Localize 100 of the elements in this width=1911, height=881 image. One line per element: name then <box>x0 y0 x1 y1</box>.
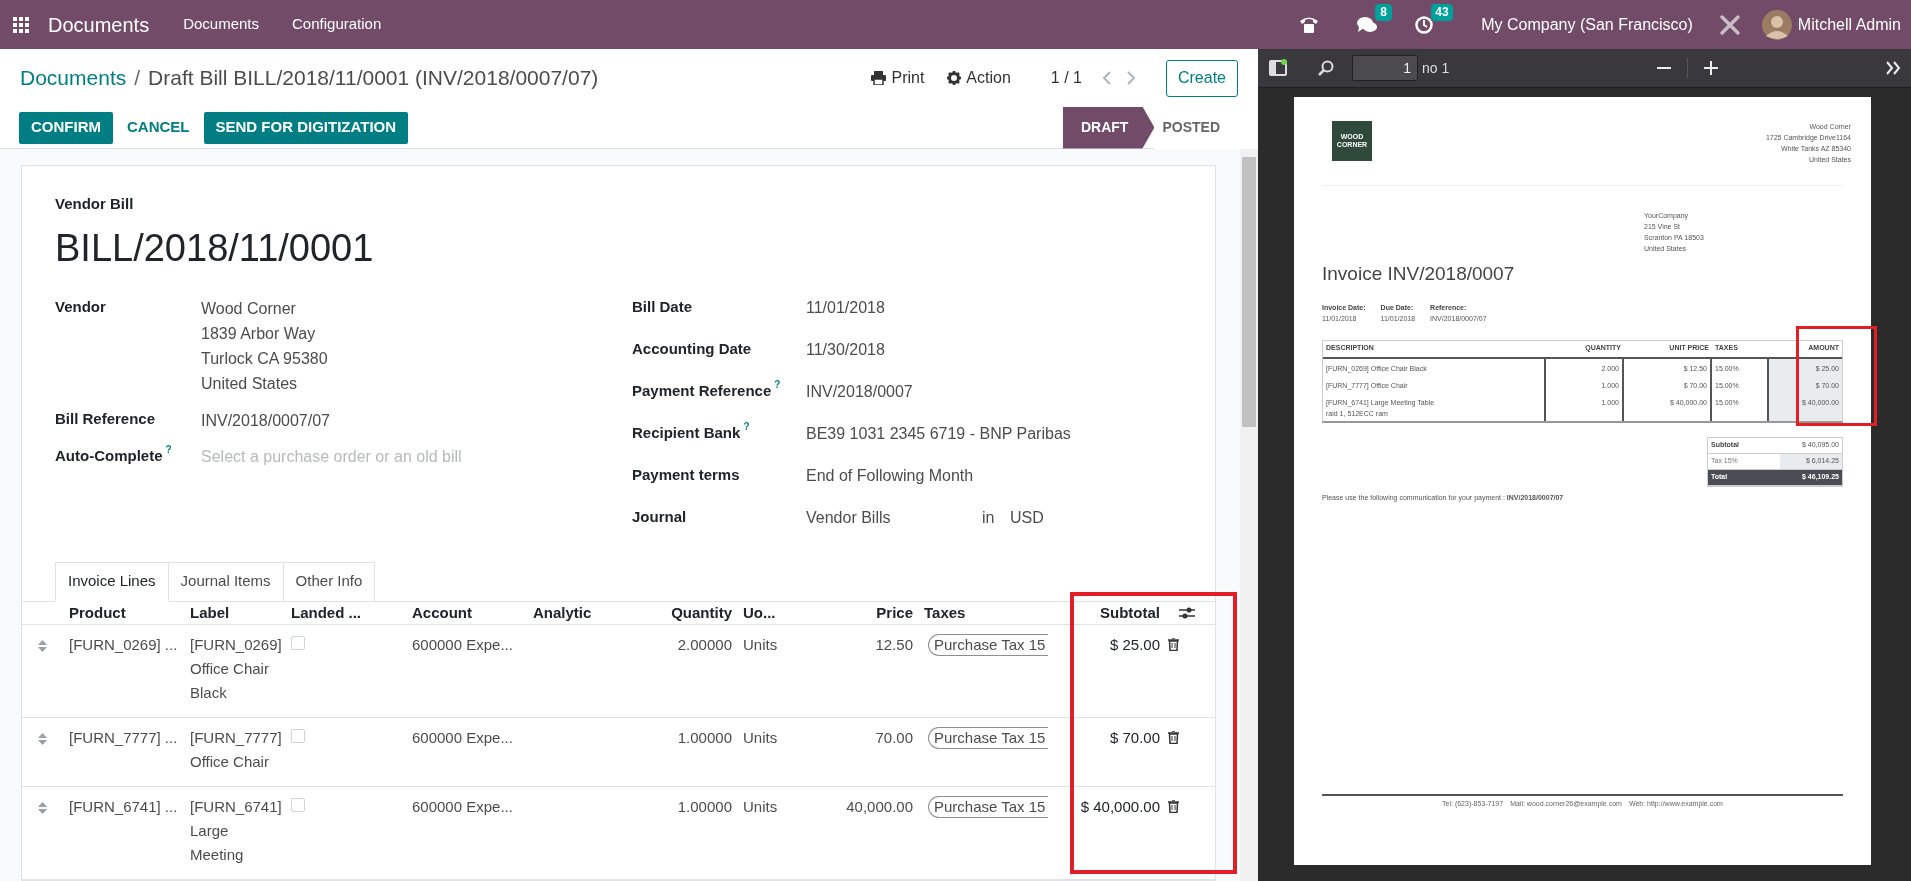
trash-icon[interactable] <box>1168 731 1179 744</box>
field-value: United States <box>201 373 299 394</box>
action-button[interactable]: CONFIRM <box>19 111 113 144</box>
column-header[interactable]: Landed ... <box>288 601 409 624</box>
table-cell-text: 600000 Expe... <box>411 797 514 817</box>
form-type-label: Vendor Bill <box>55 194 135 214</box>
field-label: Journal <box>632 506 687 527</box>
table-cell-text: [FURN_7777] ... <box>68 728 179 748</box>
field-connector: in <box>982 507 996 528</box>
field-value: 11/30/2018 <box>806 339 886 360</box>
table-cell-text: [FURN_6741] ... <box>68 797 179 817</box>
breadcrumb-separator: / <box>134 65 141 92</box>
help-tooltip-mark[interactable]: ? <box>165 444 172 455</box>
form-tab[interactable]: Invoice Lines <box>55 561 169 602</box>
table-cell-text: [FURN_0269] ... <box>68 635 179 655</box>
table-cell-text: [FURN_0269] Office Chair Black <box>189 635 283 703</box>
trash-icon[interactable] <box>1168 800 1179 813</box>
table-cell-text: $ 25.00 <box>1108 635 1161 655</box>
field-label: Vendor <box>55 296 106 317</box>
column-header[interactable]: Product <box>66 601 187 624</box>
checkbox[interactable] <box>291 729 305 743</box>
printer-icon <box>871 71 887 85</box>
table-cell-text: Units <box>742 728 779 748</box>
table-cell-text: $ 70.00 <box>1108 728 1161 748</box>
table-cell-text: 1.00000 <box>676 728 733 748</box>
field-label: Accounting Date <box>632 338 752 359</box>
pager-value: 1 / 1 <box>1050 68 1082 88</box>
checkbox[interactable] <box>291 798 305 812</box>
autocomplete-field[interactable]: Select a purchase order or an old bill <box>201 444 531 469</box>
table-cell-text: 2.00000 <box>676 635 733 655</box>
double-chevron-icon[interactable] <box>1886 61 1901 75</box>
menu-item[interactable]: Documents <box>183 13 260 36</box>
column-header[interactable]: Subtotal <box>1048 601 1168 624</box>
field-value: Turlock CA 95380 <box>201 348 328 369</box>
drag-handle-icon[interactable] <box>38 640 47 652</box>
table-cell-text: Units <box>742 797 779 817</box>
chat-bubbles-icon[interactable] <box>1356 15 1379 34</box>
create-button[interactable]: Create <box>1165 59 1238 97</box>
column-header[interactable]: Price <box>817 601 921 624</box>
notification-badge: 43 <box>1431 3 1453 21</box>
status-stage[interactable]: DRAFT <box>1063 106 1155 149</box>
column-settings-icon[interactable] <box>1179 605 1195 620</box>
field-label: Payment Reference <box>632 380 772 401</box>
field-value: BE39 1031 2345 6719 - BNP Paribas <box>806 423 1072 444</box>
table-cell-text: 1.00000 <box>676 797 733 817</box>
help-tooltip-mark[interactable]: ? <box>743 421 750 432</box>
column-header[interactable]: Quantity <box>648 601 740 624</box>
field-value: Vendor Bills <box>806 507 892 528</box>
menu-item[interactable]: Configuration <box>292 13 382 36</box>
sidebar-toggle-icon[interactable] <box>1269 59 1287 77</box>
action-button[interactable]: SEND FOR DIGITIZATION <box>203 111 409 144</box>
app-name[interactable]: Documents <box>48 9 150 40</box>
company-switcher[interactable]: My Company (San Francisco) <box>1481 12 1693 37</box>
field-label: Bill Date <box>632 296 692 317</box>
column-header[interactable]: Analytic <box>530 601 648 624</box>
table-cell-text: 12.50 <box>874 635 914 655</box>
table-cell-text: 600000 Expe... <box>411 728 514 748</box>
phone-icon[interactable] <box>1299 15 1320 34</box>
field-label: Recipient Bank <box>632 422 741 443</box>
table-cell-text: 70.00 <box>874 728 914 748</box>
drag-handle-icon[interactable] <box>38 733 47 745</box>
drag-handle-icon[interactable] <box>38 802 47 814</box>
field-label: Bill Reference <box>55 408 156 429</box>
field-value: Wood Corner <box>201 298 297 319</box>
invoice-title: Invoice INV/2018/0007 <box>1322 262 1516 286</box>
search-icon[interactable] <box>1318 60 1334 76</box>
column-header[interactable]: Label <box>187 601 288 624</box>
column-header[interactable]: Account <box>409 601 530 624</box>
scrollbar[interactable] <box>1240 149 1258 881</box>
table-cell-text: 600000 Expe... <box>411 635 514 655</box>
field-value: 11/01/2018 <box>806 297 886 318</box>
action-button[interactable]: Action <box>947 66 1011 90</box>
breadcrumb-link[interactable]: Documents <box>20 62 127 94</box>
table-cell-text: 40,000.00 <box>845 797 914 817</box>
user-menu[interactable]: Mitchell Admin <box>1797 12 1901 37</box>
field-value: 1839 Arbor Way <box>201 323 317 344</box>
column-header[interactable]: Uo... <box>740 601 817 624</box>
table-cell-text: $ 40,000.00 <box>1079 797 1161 817</box>
page-count: no 1 <box>1422 58 1450 78</box>
checkbox[interactable] <box>291 636 305 650</box>
field-value: INV/2018/0007 <box>806 381 914 402</box>
notification-badge: 8 <box>1375 3 1392 21</box>
field-value: INV/2018/0007/07 <box>201 410 330 431</box>
trash-icon[interactable] <box>1168 638 1179 651</box>
gear-icon <box>947 71 962 85</box>
column-header[interactable]: Taxes <box>921 601 1048 624</box>
zoom-in-icon[interactable] <box>1704 61 1718 75</box>
form-tab[interactable]: Other Info <box>283 561 376 602</box>
print-button[interactable]: Print <box>871 66 925 90</box>
help-tooltip-mark[interactable]: ? <box>774 379 781 390</box>
user-avatar[interactable] <box>1761 9 1792 40</box>
clock-icon[interactable] <box>1415 15 1434 34</box>
field-label: Auto-Complete <box>55 445 163 466</box>
field-value: USD <box>1010 507 1044 528</box>
apps-grid-icon[interactable] <box>13 16 29 33</box>
field-label: Payment terms <box>632 464 740 485</box>
page-number-field[interactable]: 1 <box>1352 55 1418 81</box>
table-cell-text: [FURN_6741] Large Meeting <box>189 797 283 865</box>
form-tab[interactable]: Journal Items <box>168 561 284 602</box>
record-title: BILL/2018/11/0001 <box>55 225 375 271</box>
